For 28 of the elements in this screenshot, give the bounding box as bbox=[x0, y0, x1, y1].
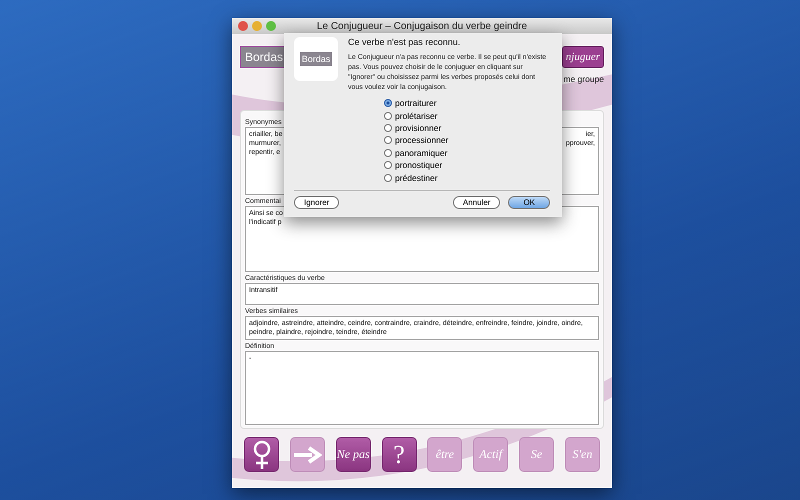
radio-button[interactable] bbox=[384, 161, 392, 170]
radio-button[interactable] bbox=[384, 112, 392, 120]
radio-button[interactable] bbox=[384, 174, 392, 182]
bordas-logo: Bordas bbox=[294, 37, 338, 81]
radio-button[interactable] bbox=[384, 136, 392, 144]
arrow-right-icon bbox=[292, 446, 322, 464]
female-symbol-icon bbox=[252, 440, 272, 470]
radio-button[interactable] bbox=[384, 148, 392, 157]
group-label: me groupe bbox=[563, 74, 604, 84]
verb-option[interactable]: prédestiner bbox=[384, 171, 438, 184]
dialog-button[interactable]: Ignorer bbox=[294, 196, 340, 209]
radio-button[interactable] bbox=[384, 99, 392, 108]
verb-option[interactable]: prolétariser bbox=[384, 109, 438, 122]
toolbar-button[interactable] bbox=[244, 437, 279, 472]
close-icon[interactable] bbox=[238, 21, 248, 31]
verb-option[interactable]: provisionner bbox=[384, 122, 442, 134]
toolbar-button[interactable]: ? bbox=[382, 437, 417, 472]
dialog-button[interactable]: Annuler bbox=[452, 196, 500, 209]
radio-button[interactable] bbox=[384, 124, 392, 132]
window-title: Le Conjugueur – Conjugaison du verbe geindre bbox=[316, 20, 528, 32]
verb-option[interactable]: pronostiquer bbox=[384, 158, 442, 172]
verb-option[interactable]: processionner bbox=[384, 134, 448, 147]
verb-option[interactable]: panoramiquer bbox=[384, 146, 448, 159]
dialog-title: Ce verbe n'est pas reconnu. bbox=[348, 37, 462, 47]
conjugate-button[interactable]: njuguer bbox=[562, 46, 604, 68]
dialog-button[interactable]: OK bbox=[508, 196, 550, 209]
toolbar-button[interactable]: Ne pas bbox=[336, 437, 371, 472]
verb-option[interactable]: portraiturer bbox=[384, 97, 437, 110]
